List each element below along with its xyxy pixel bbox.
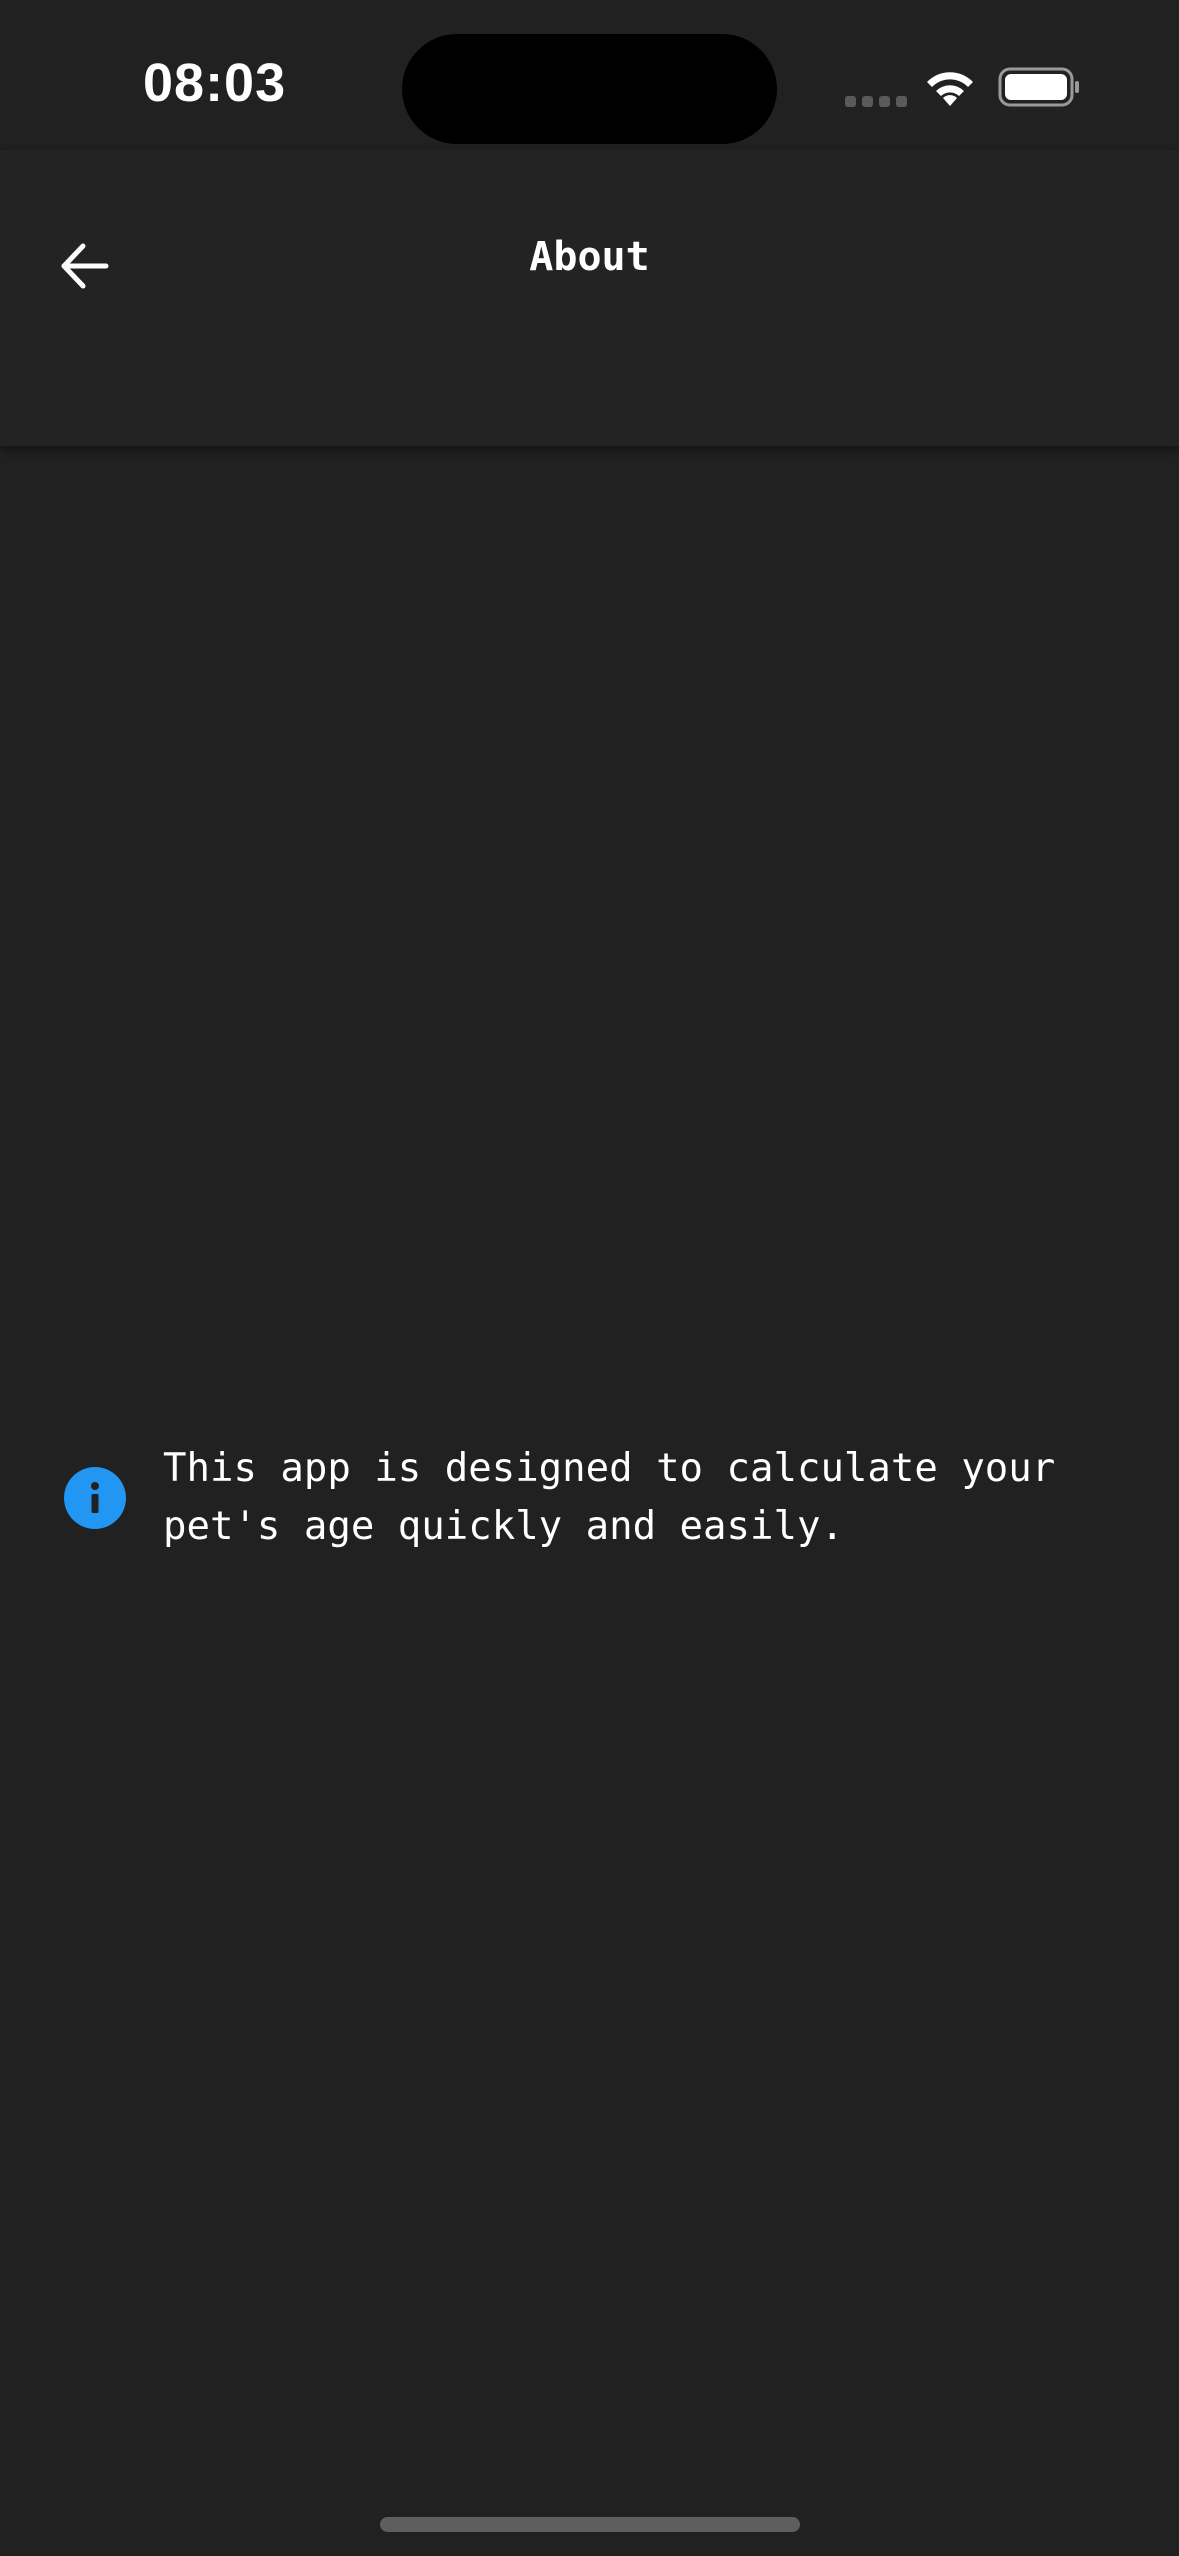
info-row: This app is designed to calculate your p… bbox=[64, 1440, 1124, 1556]
wifi-icon bbox=[927, 72, 973, 106]
dynamic-island bbox=[402, 34, 777, 144]
home-indicator[interactable] bbox=[380, 2517, 800, 2532]
battery-icon bbox=[998, 67, 1079, 107]
status-time: 08:03 bbox=[143, 53, 287, 113]
page-title: About bbox=[529, 234, 650, 280]
status-bar: 08:03 bbox=[0, 0, 1179, 150]
app-bar: About bbox=[0, 150, 1179, 446]
info-text: This app is designed to calculate your p… bbox=[163, 1446, 1056, 1549]
signal-icon bbox=[845, 96, 907, 107]
info-icon bbox=[64, 1467, 126, 1529]
